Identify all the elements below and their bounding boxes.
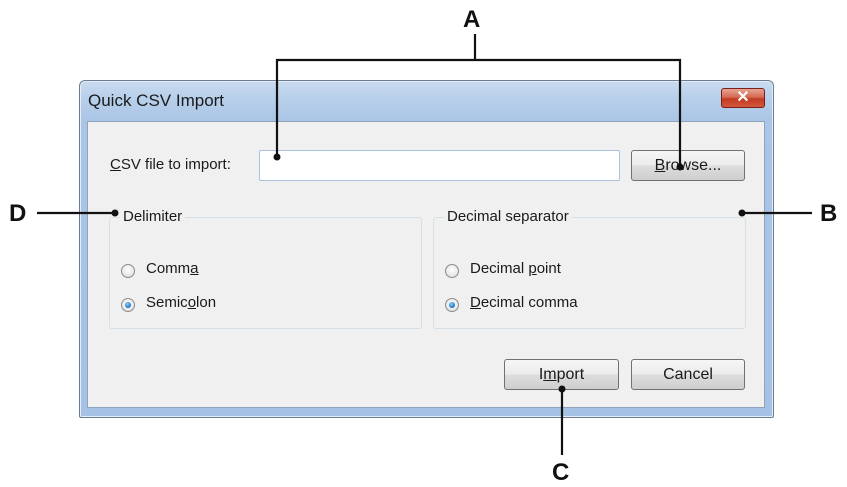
import-button[interactable]: Import: [504, 359, 619, 390]
radio-semicolon[interactable]: [121, 298, 135, 312]
dialog-client-area: CSV file to import: Browse... Delimiter …: [87, 121, 765, 408]
close-button[interactable]: ✕: [721, 88, 765, 108]
comma-label[interactable]: Comma: [146, 260, 199, 277]
decimal-separator-legend: Decimal separator: [444, 208, 572, 225]
callout-b-label: B: [820, 200, 838, 227]
decimal-separator-group: Decimal separator Decimal point Decimal …: [433, 208, 746, 329]
close-icon: ✕: [736, 89, 750, 106]
quick-csv-import-dialog: Quick CSV Import ✕ CSV file to import: B…: [79, 80, 774, 418]
window-title: Quick CSV Import: [88, 91, 225, 110]
delimiter-group: Delimiter Comma Semicolon: [109, 208, 422, 329]
csv-file-label: CSV file to import:: [110, 156, 231, 173]
decimal-comma-label[interactable]: Decimal comma: [470, 294, 578, 311]
callout-d-label: D: [9, 200, 27, 227]
callout-a-label: A: [463, 6, 481, 33]
csv-file-input[interactable]: [259, 150, 620, 181]
radio-comma[interactable]: [121, 264, 135, 278]
radio-decimal-point[interactable]: [445, 264, 459, 278]
delimiter-legend: Delimiter: [120, 208, 186, 225]
radio-decimal-comma[interactable]: [445, 298, 459, 312]
browse-button[interactable]: Browse...: [631, 150, 745, 181]
cancel-button[interactable]: Cancel: [631, 359, 745, 390]
callout-c-label: C: [552, 459, 570, 486]
decimal-point-label[interactable]: Decimal point: [470, 260, 561, 277]
semicolon-label[interactable]: Semicolon: [146, 294, 216, 311]
